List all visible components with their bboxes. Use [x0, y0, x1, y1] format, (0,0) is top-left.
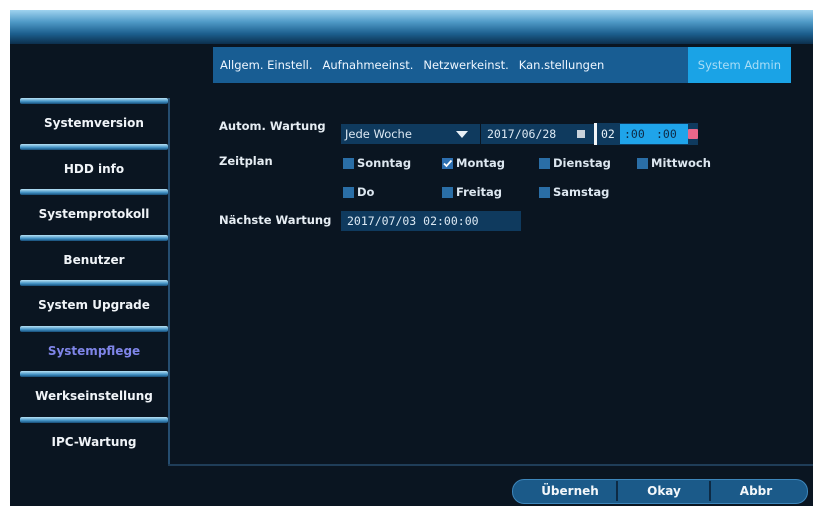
checkbox-tuesday[interactable] [539, 158, 550, 169]
clock-icon[interactable] [688, 129, 698, 139]
next-maintenance-value: 2017/07/03 02:00:00 [341, 211, 521, 231]
apply-button[interactable]: Überneh [522, 479, 618, 504]
tab-channel-settings[interactable]: Kan.stellungen [514, 47, 610, 83]
tab-recording-settings[interactable]: Aufnahmeeinst. [318, 47, 419, 83]
sidebar-item-label: Benutzer [63, 252, 125, 267]
checkmark-icon [443, 159, 453, 168]
sidebar-item-label: HDD info [63, 161, 125, 176]
tab-general-settings[interactable]: Allgem. Einstell. [213, 47, 318, 83]
checkbox-friday[interactable] [442, 187, 453, 198]
sidebar-item-werkseinstellung[interactable]: Werkseinstellung [20, 371, 168, 417]
sidebar-item-systemprotokoll[interactable]: Systemprotokoll [20, 189, 168, 235]
sidebar-item-label: Systempflege [47, 343, 141, 358]
checkbox-sunday[interactable] [343, 158, 354, 169]
text-cursor [594, 123, 597, 145]
day-label-saturday: Samstag [553, 185, 610, 199]
day-label-tuesday: Dienstag [553, 156, 611, 170]
sidebar-item-ipc-wartung[interactable]: IPC-Wartung [20, 416, 168, 463]
checkbox-wednesday[interactable] [637, 158, 648, 169]
next-maintenance-label: Nächste Wartung [219, 213, 332, 227]
footer-divider [168, 464, 813, 466]
sidebar-item-systemversion[interactable]: Systemversion [20, 98, 168, 144]
ok-button[interactable]: Okay [619, 479, 709, 504]
sidebar-item-label: System Upgrade [38, 298, 150, 312]
day-label-thursday: Do [357, 185, 375, 199]
schedule-label: Zeitplan [219, 154, 273, 168]
sidebar-item-hdd-info[interactable]: HDD info [20, 143, 168, 190]
day-label-wednesday: Mittwoch [651, 156, 711, 170]
time-minute[interactable]: :00 [624, 124, 645, 144]
sidebar-item-label: Werkseinstellung [35, 389, 153, 403]
checkbox-thursday[interactable] [343, 187, 354, 198]
day-label-monday: Montag [456, 156, 506, 170]
tab-network-settings[interactable]: Netzwerkeinst. [418, 47, 513, 83]
calendar-icon[interactable] [577, 130, 585, 138]
auto-maintenance-label: Autom. Wartung [219, 119, 326, 133]
sidebar-item-label: Systemprotokoll [38, 207, 150, 221]
sidebar-item-system-upgrade[interactable]: System Upgrade [20, 280, 168, 326]
checkbox-saturday[interactable] [539, 187, 550, 198]
sidebar-item-label: Systemversion [44, 116, 144, 130]
button-separator [709, 481, 711, 501]
sidebar-divider [168, 98, 170, 464]
tab-system-admin[interactable]: System Admin [687, 47, 791, 83]
sidebar-item-systempflege[interactable]: Systempflege [20, 325, 168, 372]
button-separator [616, 481, 618, 501]
sidebar: Systemversion HDD info Systemprotokoll B… [20, 98, 168, 462]
cancel-button[interactable]: Abbr [712, 479, 800, 504]
day-label-sunday: Sonntag [357, 156, 412, 170]
tab-bar: Allgem. Einstell. Aufnahmeeinst. Netzwer… [213, 47, 791, 83]
title-bar [10, 10, 813, 44]
time-second[interactable]: :00 [656, 124, 677, 144]
day-label-friday: Freitag [456, 185, 503, 199]
sidebar-item-benutzer[interactable]: Benutzer [20, 234, 168, 281]
checkbox-monday[interactable] [442, 158, 453, 169]
sidebar-item-label: IPC-Wartung [51, 434, 137, 449]
chevron-down-icon[interactable] [456, 131, 468, 138]
time-hour[interactable]: 02 [601, 124, 615, 144]
